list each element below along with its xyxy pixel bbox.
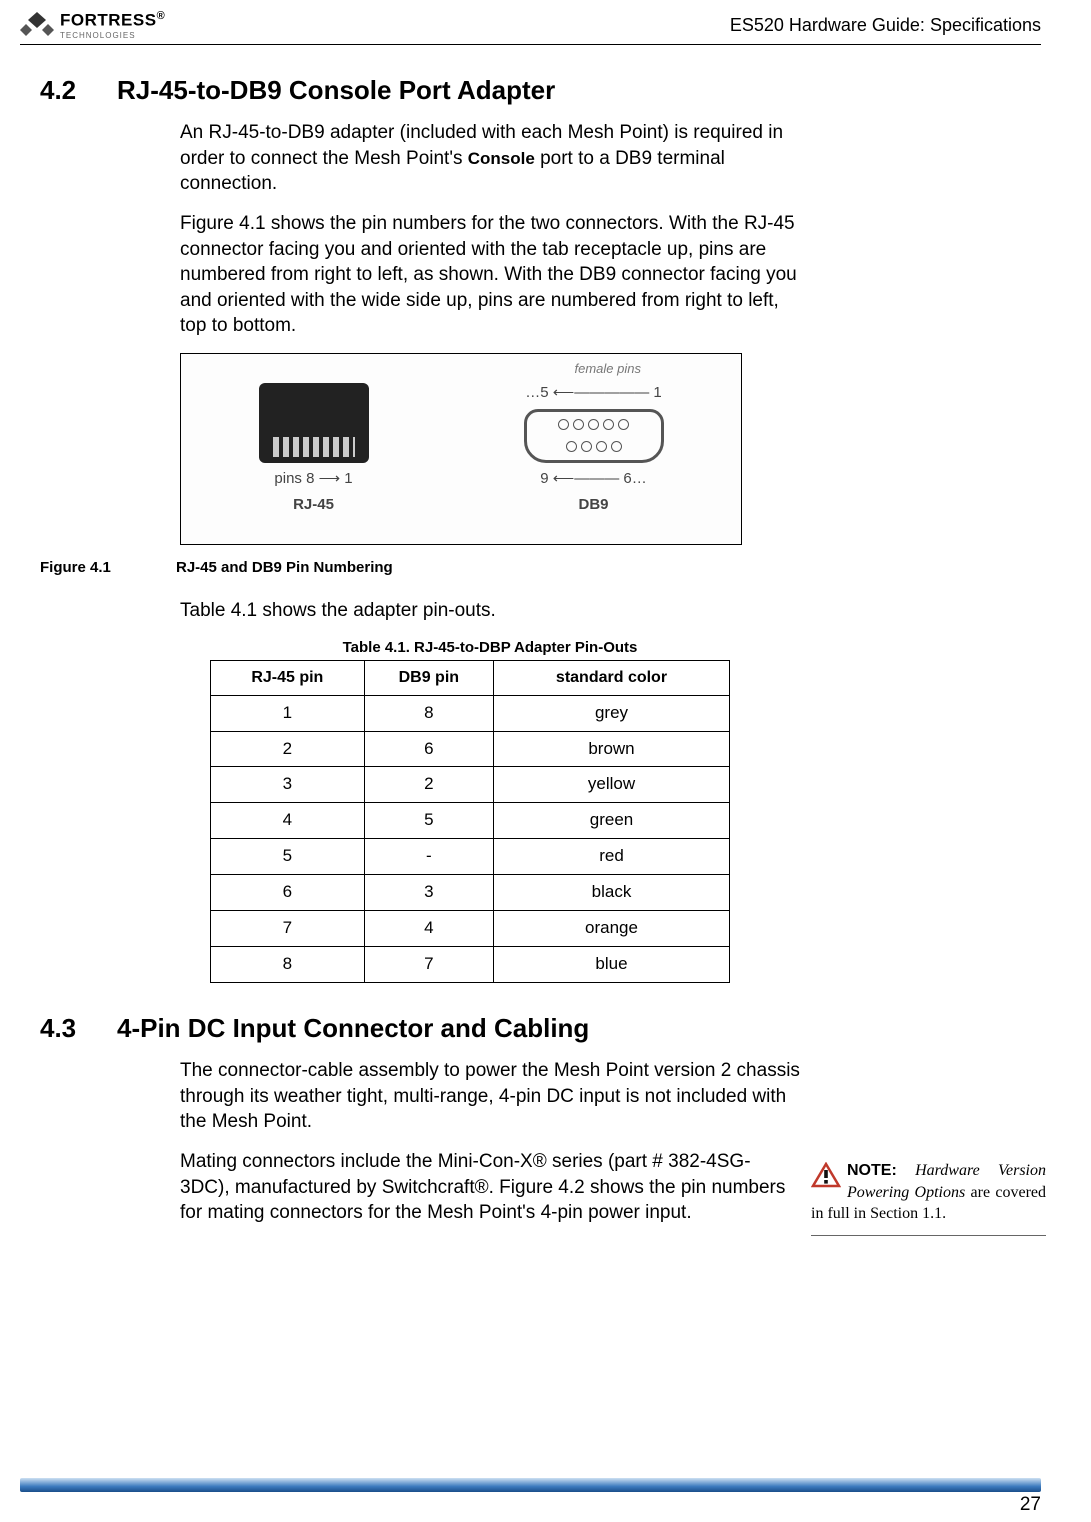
paragraph: Figure 4.1 shows the pin numbers for the… xyxy=(180,211,800,339)
rj45-diagram: pins 8 ⟶ 1 RJ-45 xyxy=(259,383,369,516)
section-heading-4-2: 4.2 RJ-45-to-DB9 Console Port Adapter xyxy=(20,75,1041,106)
table-cell: yellow xyxy=(493,767,729,803)
table-row: 87blue xyxy=(211,947,730,983)
paragraph: The connector-cable assembly to power th… xyxy=(180,1058,800,1135)
table-cell: 7 xyxy=(364,947,493,983)
table-row: 74orange xyxy=(211,911,730,947)
table-header-row: RJ-45 pin DB9 pin standard color xyxy=(211,661,730,696)
figure-caption-label: Figure 4.1 xyxy=(40,559,160,576)
figure-caption-text: RJ-45 and DB9 Pin Numbering xyxy=(176,559,393,576)
brand-subtitle: TECHNOLOGIES xyxy=(60,31,165,40)
table-cell: 8 xyxy=(364,695,493,731)
console-term: Console xyxy=(468,149,535,168)
page-number: 27 xyxy=(1020,1494,1041,1516)
figure-label: …5 xyxy=(525,384,548,401)
section-4-2-body: An RJ-45-to-DB9 adapter (included with e… xyxy=(180,120,800,545)
table-cell: 6 xyxy=(364,731,493,767)
table-cell: grey xyxy=(493,695,729,731)
table-4-1: RJ-45 pin DB9 pin standard color 18grey2… xyxy=(210,660,730,983)
page: FORTRESS® TECHNOLOGIES ES520 Hardware Gu… xyxy=(0,0,1091,1522)
figure-label-female-pins: female pins xyxy=(575,360,641,378)
table-header: DB9 pin xyxy=(364,661,493,696)
section-heading-4-3: 4.3 4-Pin DC Input Connector and Cabling xyxy=(20,1013,1041,1044)
paragraph: Mating connectors include the Mini-Con-X… xyxy=(180,1149,800,1226)
section-title: 4-Pin DC Input Connector and Cabling xyxy=(117,1013,589,1044)
trademark-symbol: ® xyxy=(157,10,166,22)
figure-4-1-caption: Figure 4.1 RJ-45 and DB9 Pin Numbering xyxy=(40,559,1041,576)
paragraph: An RJ-45-to-DB9 adapter (included with e… xyxy=(180,120,800,197)
table-cell: 5 xyxy=(364,803,493,839)
figure-4-1: female pins pins 8 ⟶ 1 RJ-45 …5 ⟵————— 1… xyxy=(180,353,742,545)
table-cell: 8 xyxy=(211,947,365,983)
table-cell: 3 xyxy=(211,767,365,803)
table-cell: red xyxy=(493,839,729,875)
figure-label: 9 xyxy=(540,470,548,487)
table-cell: - xyxy=(364,839,493,875)
table-cell: blue xyxy=(493,947,729,983)
figure-label-db9: DB9 xyxy=(578,495,608,515)
table-intro-block: Table 4.1 shows the adapter pin-outs. Ta… xyxy=(180,598,800,983)
table-header: standard color xyxy=(493,661,729,696)
figure-label: pins 8 xyxy=(274,470,314,487)
db9-diagram: …5 ⟵————— 1 9 ⟵——— 6… DB9 xyxy=(524,383,664,516)
table-cell: 2 xyxy=(211,731,365,767)
figure-label: 6… xyxy=(623,470,646,487)
table-row: 45green xyxy=(211,803,730,839)
figure-label-rj45: RJ-45 xyxy=(293,495,334,515)
table-cell: green xyxy=(493,803,729,839)
table-row: 63black xyxy=(211,875,730,911)
table-cell: 5 xyxy=(211,839,365,875)
table-cell: 1 xyxy=(211,695,365,731)
info-triangle-icon xyxy=(811,1162,841,1188)
brand-name: FORTRESS xyxy=(60,11,157,30)
table-cell: 4 xyxy=(364,911,493,947)
table-header: RJ-45 pin xyxy=(211,661,365,696)
figure-label: 1 xyxy=(344,470,352,487)
table-cell: 6 xyxy=(211,875,365,911)
document-title: ES520 Hardware Guide: Specifications xyxy=(730,15,1041,36)
fortress-logo-icon xyxy=(20,10,54,40)
section-title: RJ-45-to-DB9 Console Port Adapter xyxy=(117,75,555,106)
table-cell: brown xyxy=(493,731,729,767)
margin-note: NOTE: Hardware Version Powering Options … xyxy=(811,1160,1046,1236)
paragraph: Table 4.1 shows the adapter pin-outs. xyxy=(180,598,800,624)
section-number: 4.3 xyxy=(40,1013,95,1044)
brand-logo: FORTRESS® TECHNOLOGIES xyxy=(20,10,165,40)
table-4-1-caption: Table 4.1. RJ-45-to-DBP Adapter Pin-Outs xyxy=(230,638,750,658)
table-cell: 3 xyxy=(364,875,493,911)
table-row: 18grey xyxy=(211,695,730,731)
table-cell: 2 xyxy=(364,767,493,803)
table-row: 32yellow xyxy=(211,767,730,803)
page-header: FORTRESS® TECHNOLOGIES ES520 Hardware Gu… xyxy=(20,10,1041,45)
section-4-3-body: The connector-cable assembly to power th… xyxy=(180,1058,800,1226)
table-cell: black xyxy=(493,875,729,911)
section-number: 4.2 xyxy=(40,75,95,106)
footer-divider xyxy=(20,1478,1041,1492)
figure-label: 1 xyxy=(653,384,661,401)
table-cell: orange xyxy=(493,911,729,947)
table-cell: 4 xyxy=(211,803,365,839)
table-row: 26brown xyxy=(211,731,730,767)
table-row: 5-red xyxy=(211,839,730,875)
note-label: NOTE: xyxy=(847,1162,897,1179)
table-cell: 7 xyxy=(211,911,365,947)
